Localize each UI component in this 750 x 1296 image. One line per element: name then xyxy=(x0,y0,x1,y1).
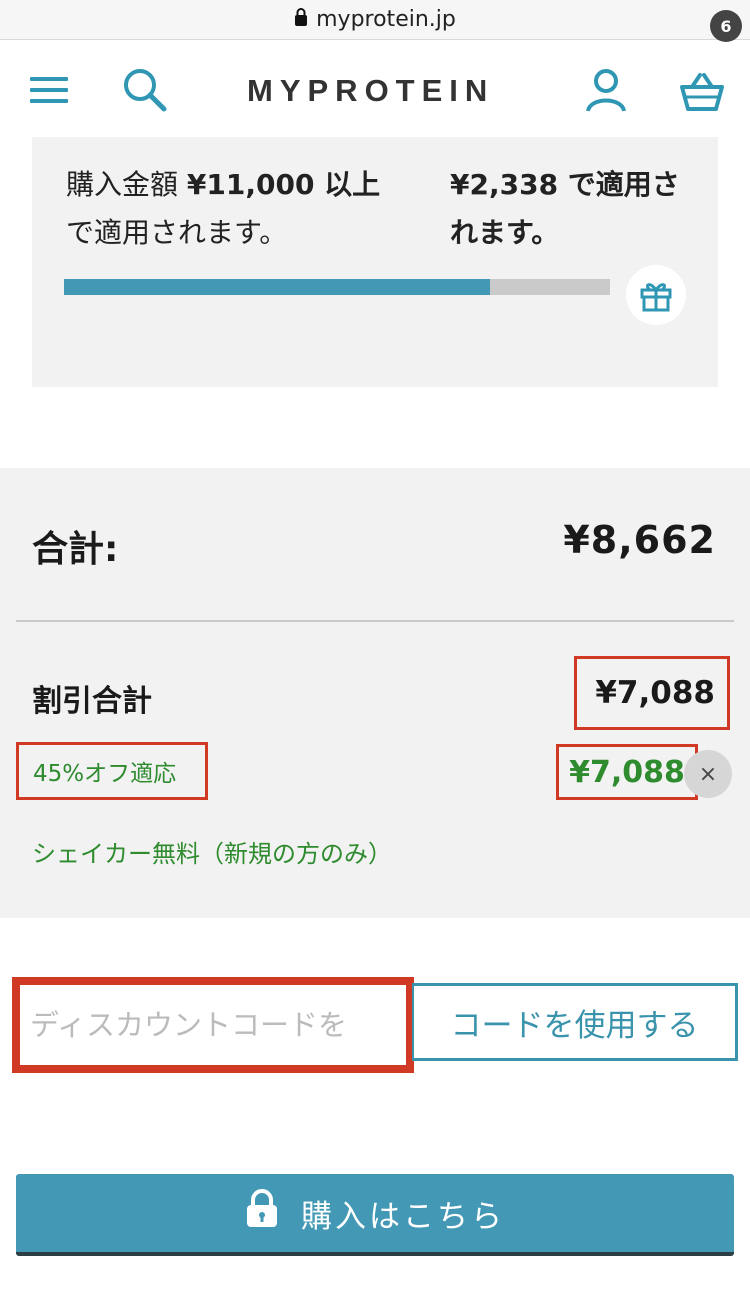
apply-code-button[interactable]: コードを使用する xyxy=(412,983,738,1061)
url-text: myprotein.jp xyxy=(316,7,456,32)
basket-count-badge: 6 xyxy=(710,10,742,42)
discount-total-label: 割引合計 xyxy=(32,684,152,719)
menu-icon[interactable] xyxy=(30,77,68,103)
free-gift-panel: 購入金額 ¥11,000 以上 で適用されます。 ¥2,338 で適用されます。 xyxy=(32,137,718,387)
gift-threshold: ¥11,000 以上 xyxy=(186,168,381,201)
gift-threshold-text: 購入金額 ¥11,000 以上 で適用されます。 xyxy=(66,168,381,249)
lock-icon xyxy=(294,7,308,32)
order-totals: 合計: ¥8,662 割引合計 ¥7,088 45%オフ適応 ¥7,088 × … xyxy=(0,468,750,918)
remove-promo-button[interactable]: × xyxy=(684,750,732,798)
discount-code-field-wrapper xyxy=(12,977,414,1073)
checkout-label: 購入はこちら xyxy=(301,1198,505,1235)
gift-progress-bar xyxy=(64,279,610,295)
url-bar[interactable]: myprotein.jp xyxy=(0,0,750,40)
promo-label: 45%オフ適応 xyxy=(16,742,208,800)
checkout-button[interactable]: 購入はこちら xyxy=(16,1174,734,1256)
total-value: ¥8,662 xyxy=(563,518,716,562)
search-icon[interactable] xyxy=(122,67,168,113)
account-icon[interactable] xyxy=(584,67,628,113)
discount-code-input[interactable] xyxy=(30,994,398,1056)
gift-remaining-text: ¥2,338 で適用されます。 xyxy=(450,168,680,249)
logo[interactable]: MYPROTEIN xyxy=(247,73,494,109)
gift-progress-fill xyxy=(64,279,490,295)
site-header: MYPROTEIN xyxy=(0,41,750,137)
gift-icon xyxy=(626,265,686,325)
lock-icon xyxy=(245,1189,279,1237)
basket-icon[interactable] xyxy=(678,71,726,113)
free-shaker-text: シェイカー無料（新規の方のみ） xyxy=(32,840,392,868)
discount-total-value: ¥7,088 xyxy=(574,656,730,730)
promo-value: ¥7,088 xyxy=(556,744,698,800)
divider xyxy=(16,620,734,622)
total-label: 合計: xyxy=(32,529,119,570)
